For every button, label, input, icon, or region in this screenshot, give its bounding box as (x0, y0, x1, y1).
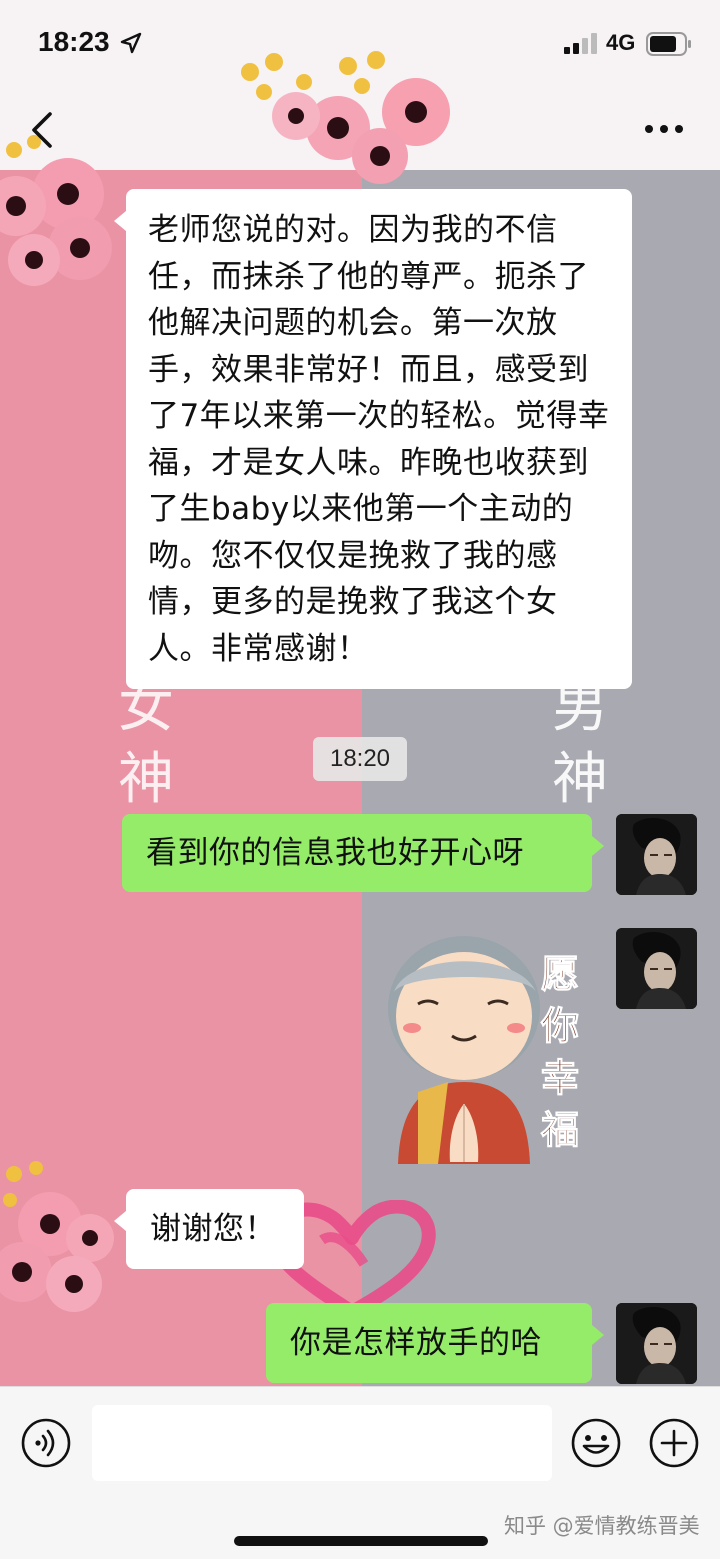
more-horizontal-icon[interactable] (640, 114, 688, 144)
bubble-tail (592, 1325, 604, 1345)
emoji-icon[interactable] (570, 1417, 622, 1469)
message-timestamp: 18:20 (313, 737, 407, 781)
bubble-tail (592, 836, 604, 856)
voice-icon[interactable] (20, 1417, 72, 1469)
input-bar (0, 1386, 720, 1496)
bubble-tail (114, 211, 126, 231)
message-bubble-sent[interactable]: 你是怎样放手的哈 (266, 1303, 604, 1383)
message-bubble-received[interactable]: 谢谢您！ (114, 1189, 304, 1269)
home-indicator[interactable] (234, 1536, 488, 1546)
chevron-left-icon[interactable] (24, 108, 60, 152)
message-text: 看到你的信息我也好开心呀 (146, 835, 524, 871)
message-bubble-received[interactable]: 老师您说的对。因为我的不信任，而抹杀了他的尊严。扼杀了他解决问题的机会。第一次放… (114, 189, 632, 689)
nav-bar (0, 88, 720, 170)
battery-icon (646, 32, 691, 56)
avatar-portrait-image (616, 814, 697, 895)
message-text: 谢谢您！ (150, 1211, 276, 1247)
chat-screen: 女神 男神 18:23 4G 老师您说的对。因为我的不信任，而抹杀了他的尊严。扼… (0, 0, 720, 1559)
avatar[interactable] (616, 928, 697, 1009)
sticker-caption: 愿你幸福 (540, 952, 579, 1153)
status-bar: 18:23 4G (0, 0, 720, 88)
message-text: 老师您说的对。因为我的不信任，而抹杀了他的尊严。扼杀了他解决问题的机会。第一次放… (148, 212, 610, 667)
watermark: 知乎 @爱情教练晋美 (504, 1514, 700, 1538)
avatar-portrait-image (616, 928, 697, 1009)
network-type: 4G (606, 30, 636, 55)
cellular-signal-icon (564, 33, 597, 54)
avatar[interactable] (616, 814, 697, 895)
avatar-portrait-image (616, 1303, 697, 1384)
message-bubble-sent[interactable]: 看到你的信息我也好开心呀 (122, 814, 604, 892)
avatar[interactable] (616, 1303, 697, 1384)
bubble-tail (114, 1211, 126, 1231)
message-input[interactable] (92, 1405, 552, 1481)
bottom-area: 知乎 @爱情教练晋美 (0, 1496, 720, 1559)
status-time: 18:23 (38, 26, 110, 57)
location-arrow-icon (120, 32, 142, 54)
message-list[interactable]: 老师您说的对。因为我的不信任，而抹杀了他的尊严。扼杀了他解决问题的机会。第一次放… (0, 170, 720, 1386)
plus-icon[interactable] (648, 1417, 700, 1469)
message-text: 你是怎样放手的哈 (290, 1325, 542, 1361)
